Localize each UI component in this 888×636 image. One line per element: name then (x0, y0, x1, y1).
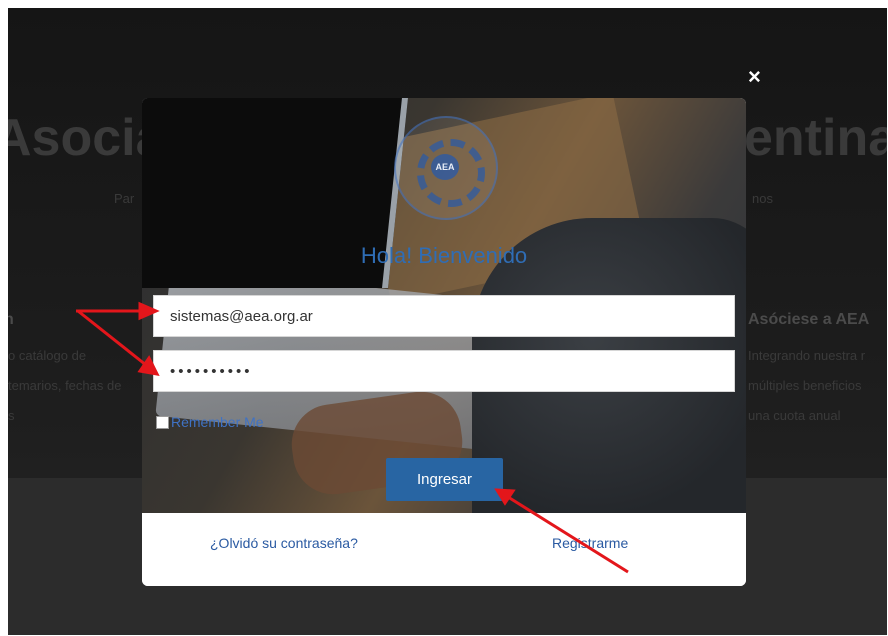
remember-me[interactable]: Remember Me (156, 414, 264, 430)
hero-subtitle-right: nos (752, 191, 773, 206)
right-column-line: una cuota anual (748, 408, 841, 423)
remember-me-checkbox[interactable] (156, 415, 169, 429)
left-column-line: s (8, 408, 15, 423)
welcome-heading: Hola! Bienvenido (360, 243, 528, 268)
right-column-heading: Asóciese a AEA (748, 311, 870, 328)
submit-button[interactable]: Ingresar (386, 458, 503, 501)
close-icon[interactable]: × (748, 66, 761, 88)
remember-me-label: Remember Me (171, 414, 264, 430)
right-column-line: múltiples beneficios (748, 378, 862, 393)
password-field[interactable] (153, 350, 735, 392)
hero-title-right: entina (744, 109, 887, 167)
background-photo: AEA Hola! Bienvenido Remember Me Ingresa… (142, 98, 746, 513)
left-column-heading: n (8, 311, 14, 328)
register-link[interactable]: Registrarme (552, 535, 628, 551)
logo-core: AEA (431, 154, 459, 180)
left-column-line: o catálogo de (8, 348, 87, 363)
left-column-line: temarios, fechas de (8, 378, 122, 393)
right-column-line: Integrando nuestra r (748, 348, 866, 363)
email-field[interactable] (153, 295, 735, 337)
modal-footer-links: ¿Olvidó su contraseña? Registrarme (142, 513, 746, 586)
aea-logo: AEA (394, 116, 498, 220)
forgot-password-link[interactable]: ¿Olvidó su contraseña? (210, 535, 358, 551)
hero-subtitle-left: Par (114, 191, 135, 206)
login-modal: AEA Hola! Bienvenido Remember Me Ingresa… (142, 98, 746, 586)
